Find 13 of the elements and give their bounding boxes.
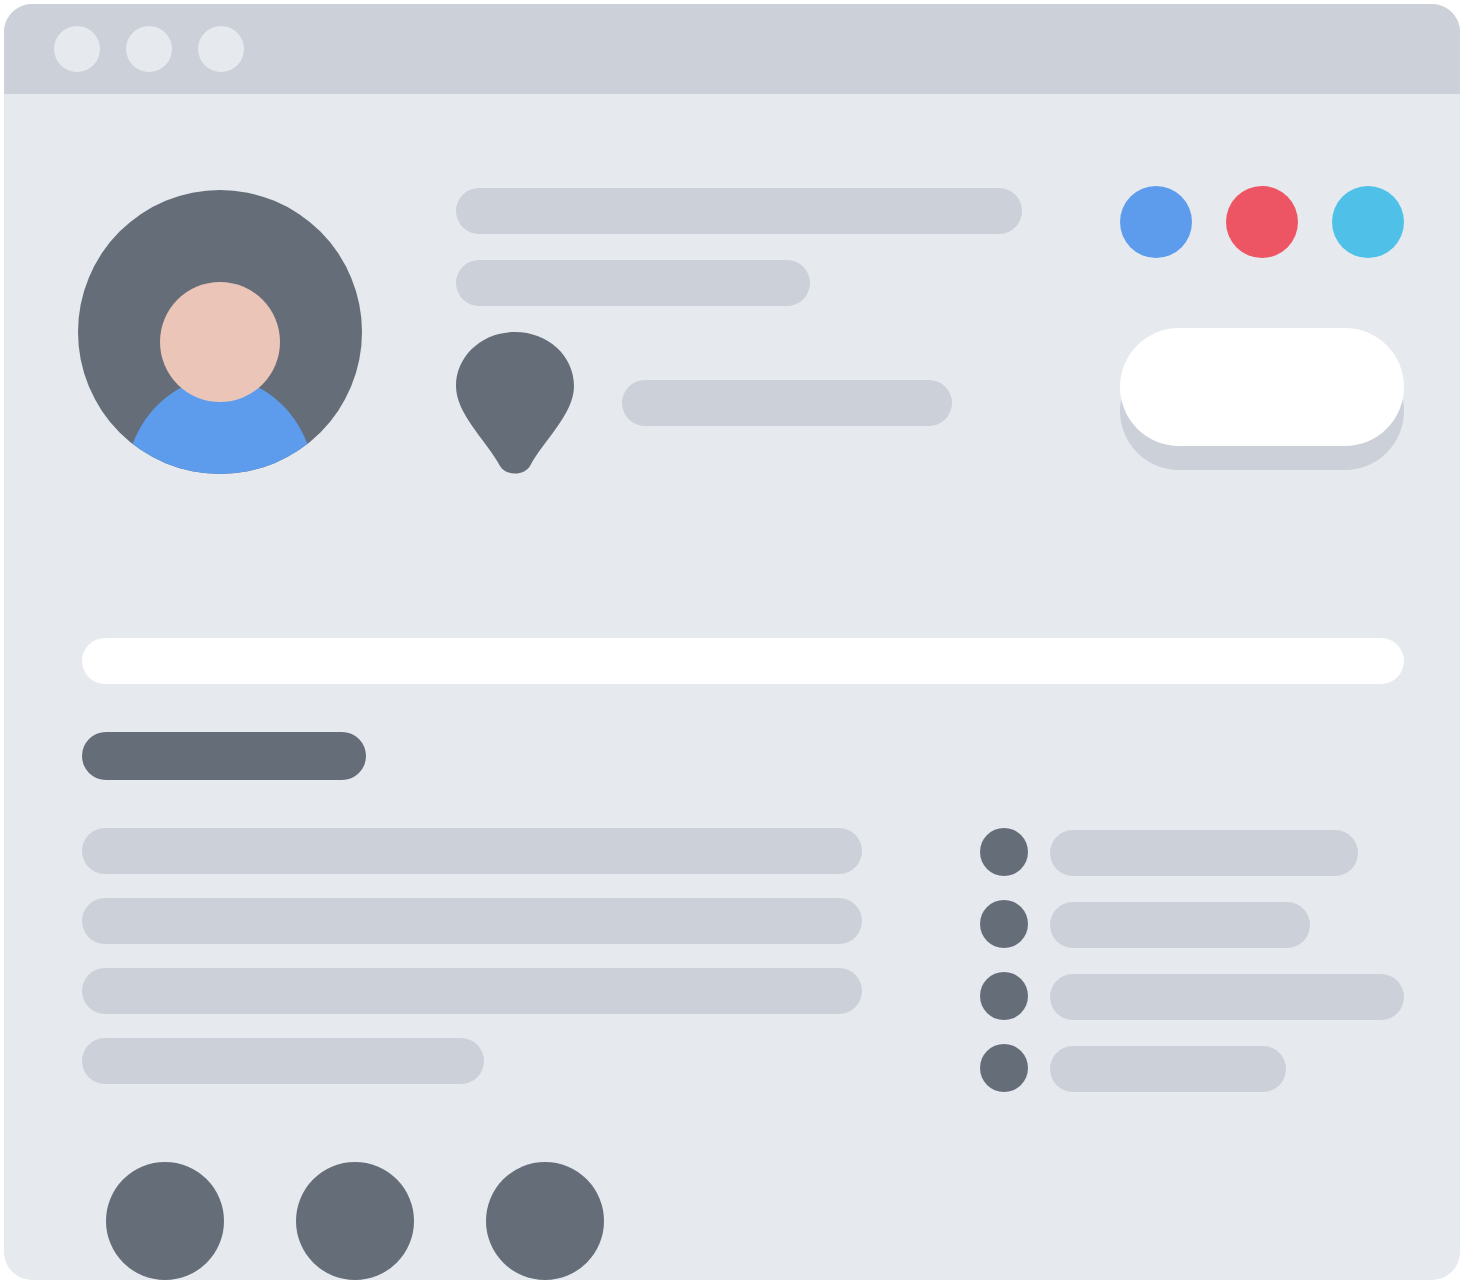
color-dot[interactable] bbox=[1120, 186, 1192, 258]
color-dot[interactable] bbox=[1226, 186, 1298, 258]
location-pin-icon bbox=[456, 332, 574, 474]
bullet-icon bbox=[980, 900, 1028, 948]
bullet-icon bbox=[980, 828, 1028, 876]
window-control[interactable] bbox=[198, 26, 244, 72]
color-dot[interactable] bbox=[1332, 186, 1404, 258]
window-control[interactable] bbox=[54, 26, 100, 72]
avatar-icon bbox=[78, 190, 362, 474]
action-button[interactable] bbox=[1120, 328, 1404, 446]
window-control[interactable] bbox=[126, 26, 172, 72]
bullet-icon bbox=[980, 972, 1028, 1020]
bullet-icon bbox=[980, 1044, 1028, 1092]
